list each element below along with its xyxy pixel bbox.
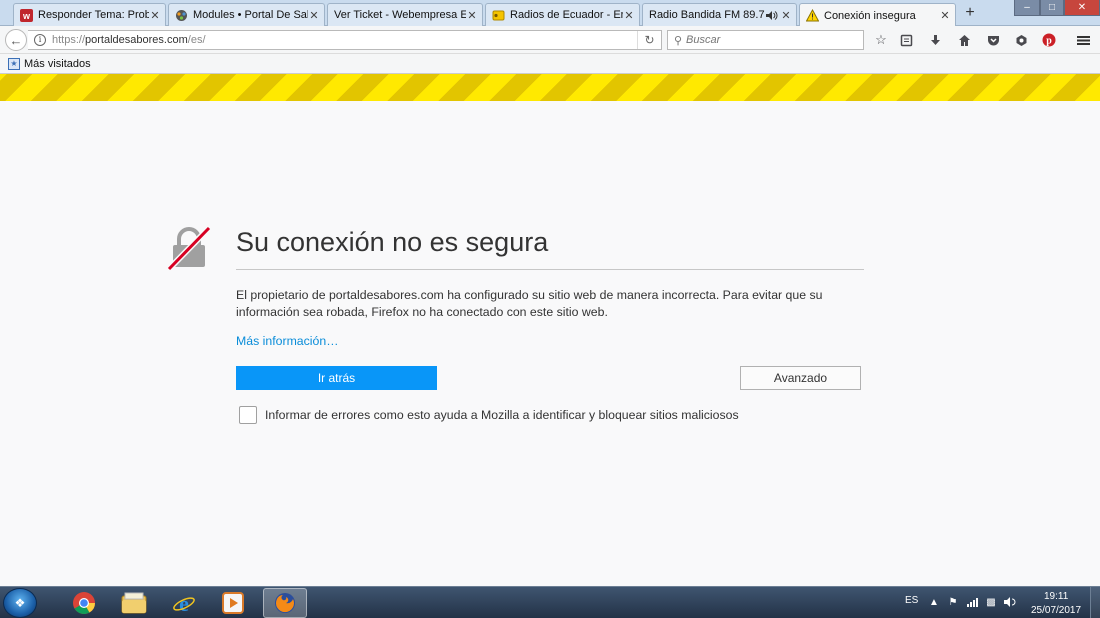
search-icon: ⚲: [673, 34, 683, 47]
speaker-icon[interactable]: [765, 9, 778, 22]
ie-icon[interactable]: e: [162, 588, 206, 618]
url-bar[interactable]: i https://portaldesabores.com/es/ ↻: [28, 30, 662, 50]
radio-icon: [492, 9, 505, 22]
bookmark-star-icon[interactable]: ☆: [872, 31, 890, 49]
chrome-icon[interactable]: [62, 588, 106, 618]
download-icon[interactable]: [926, 31, 944, 49]
close-icon[interactable]: ✕: [939, 9, 951, 22]
close-icon[interactable]: ✕: [466, 9, 478, 22]
menu-icon[interactable]: [1074, 31, 1092, 49]
media-player-icon[interactable]: [211, 588, 255, 618]
url-text[interactable]: https://portaldesabores.com/es/: [52, 34, 637, 46]
language-indicator[interactable]: ES: [905, 595, 918, 606]
go-back-button[interactable]: Ir atrás: [236, 366, 437, 390]
url-host: portaldesabores.com: [85, 34, 188, 46]
tab-label: Radio Bandida FM 89.7: [649, 9, 765, 21]
error-description: El propietario de portaldesabores.com ha…: [236, 288, 823, 319]
svg-text:e: e: [179, 591, 189, 615]
bookmarks-toolbar: ★ Más visitados: [0, 54, 1100, 74]
tab-modules-portal[interactable]: Modules • Portal De Sabor ✕: [168, 3, 325, 26]
reload-icon[interactable]: ↻: [637, 31, 661, 49]
webempresa-icon: w: [20, 8, 33, 22]
tab-radio-bandida[interactable]: Radio Bandida FM 89.7 ✕: [642, 3, 797, 26]
warning-stripe: [0, 74, 1100, 101]
tab-label: Conexión insegura: [824, 9, 916, 22]
url-path: /es/: [187, 34, 206, 46]
pinterest-icon[interactable]: p: [1040, 31, 1058, 49]
broken-lock-icon: [166, 225, 212, 271]
close-icon[interactable]: ✕: [623, 9, 635, 22]
clock-date[interactable]: 25/07/2017: [1031, 605, 1081, 616]
svg-text:p: p: [1046, 36, 1052, 47]
bookmarks-list-icon[interactable]: [897, 31, 915, 49]
firefox-icon[interactable]: [263, 588, 307, 618]
network-signal-icon[interactable]: [966, 597, 978, 610]
report-errors-label: Informar de errores como esto ayuda a Mo…: [265, 408, 739, 422]
close-icon[interactable]: ✕: [780, 9, 792, 22]
error-title: Su conexión no es segura: [236, 227, 549, 257]
show-desktop-button[interactable]: [1090, 587, 1100, 618]
clock-time[interactable]: 19:11: [1044, 591, 1068, 602]
report-errors-checkbox[interactable]: [239, 406, 257, 424]
tab-label: Modules • Portal De Sabor: [193, 9, 308, 21]
more-info-link[interactable]: Más información…: [236, 334, 339, 348]
taskbar: ❖ e ES ▲ ⚑ ▩ 19:11 25/07/2017: [0, 586, 1100, 618]
home-icon[interactable]: [955, 31, 973, 49]
navigation-bar: ← i https://portaldesabores.com/es/ ↻ ⚲ …: [0, 26, 1100, 54]
tab-responder-tema[interactable]: w Responder Tema: Problem ✕: [13, 3, 166, 26]
close-icon[interactable]: ✕: [308, 9, 320, 22]
tab-conexion-insegura[interactable]: Conexión insegura ✕: [799, 3, 956, 27]
action-center-flag-icon[interactable]: ⚑: [947, 597, 959, 608]
back-button[interactable]: ←: [5, 29, 27, 51]
maximize-button[interactable]: □: [1040, 0, 1064, 16]
bookmark-most-visited[interactable]: Más visitados: [24, 58, 91, 70]
tab-label: Responder Tema: Problem: [38, 9, 149, 21]
explorer-icon[interactable]: [112, 588, 156, 618]
new-tab-button[interactable]: +: [961, 4, 979, 22]
tab-ver-ticket[interactable]: Ver Ticket - Webempresa Euro ✕: [327, 3, 483, 26]
search-input[interactable]: [686, 34, 856, 46]
minimize-button[interactable]: –: [1014, 0, 1040, 16]
extension-icon[interactable]: [1012, 31, 1030, 49]
most-visited-icon: ★: [8, 57, 20, 70]
device-icon[interactable]: ▩: [985, 597, 997, 608]
pocket-icon[interactable]: [984, 31, 1002, 49]
url-prefix: https://: [52, 34, 86, 46]
advanced-button[interactable]: Avanzado: [740, 366, 861, 390]
info-icon[interactable]: i: [34, 34, 46, 46]
show-hidden-icons-icon[interactable]: ▲: [928, 597, 940, 608]
start-button[interactable]: ❖: [3, 588, 37, 618]
tab-radios-ecuador[interactable]: Radios de Ecuador - EnLín ✕: [485, 3, 640, 26]
warning-icon: [806, 9, 819, 22]
volume-icon[interactable]: [1004, 597, 1016, 610]
joomla-icon: [175, 9, 188, 22]
close-window-button[interactable]: ✕: [1064, 0, 1100, 16]
close-icon[interactable]: ✕: [149, 9, 161, 22]
title-divider: [236, 269, 864, 270]
back-arrow-icon: ←: [9, 32, 23, 48]
error-page: Su conexión no es segura El propietario …: [0, 101, 1100, 586]
search-bar[interactable]: ⚲: [667, 30, 864, 50]
tab-strip: w Responder Tema: Problem ✕ Modules • Po…: [0, 0, 1100, 27]
tab-label: Ver Ticket - Webempresa Euro: [334, 9, 466, 21]
svg-text:w: w: [22, 11, 31, 21]
windows-logo-icon: ❖: [14, 596, 26, 610]
tab-label: Radios de Ecuador - EnLín: [510, 9, 623, 21]
